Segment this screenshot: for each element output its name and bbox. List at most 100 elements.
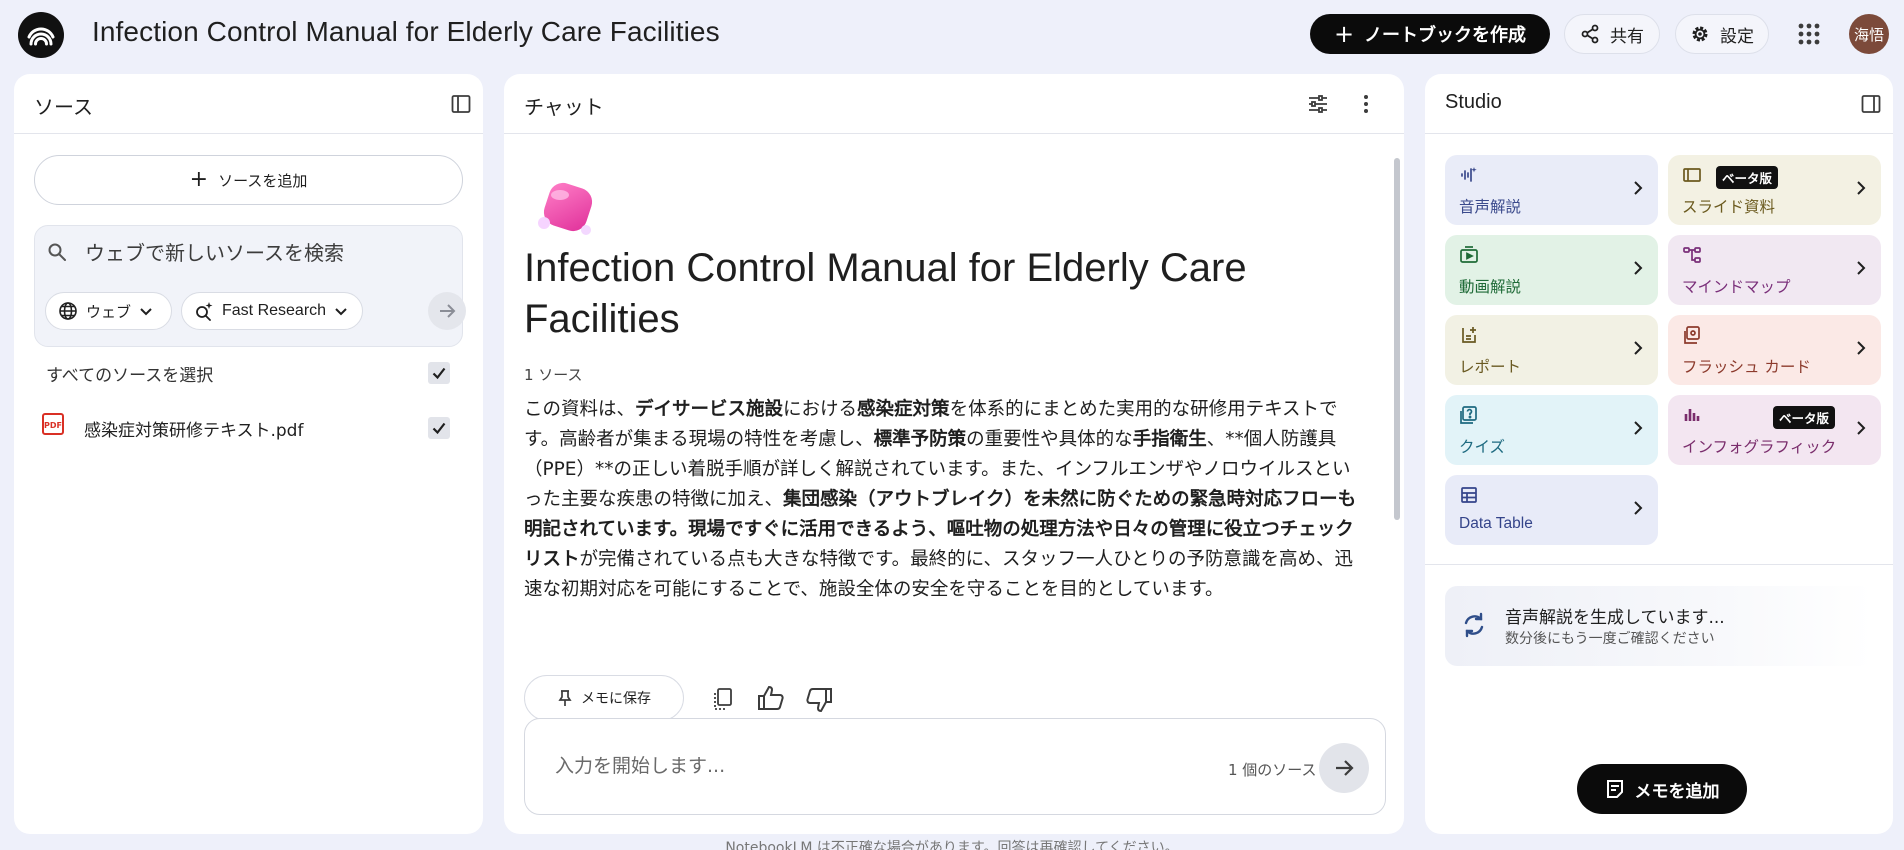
studio-tile-label: 動画解説 [1459, 278, 1522, 296]
report-icon [1459, 325, 1479, 345]
studio-tile-label: レポート [1459, 358, 1522, 376]
avatar[interactable]: 海悟 [1849, 14, 1889, 54]
notebooklm-logo-icon[interactable] [18, 12, 64, 58]
web-search-input[interactable] [85, 238, 445, 268]
thumbs-down-icon[interactable] [804, 686, 834, 714]
chevron-down-icon [334, 304, 348, 318]
studio-tile-label: マインドマップ [1682, 278, 1791, 296]
studio-tile-video[interactable]: 動画解説 [1445, 235, 1658, 305]
arrow-right-icon [438, 302, 456, 320]
generation-status-title: 音声解説を生成しています... [1505, 608, 1725, 628]
arrow-right-icon [1333, 757, 1355, 779]
search-submit-button[interactable] [428, 292, 466, 330]
collapse-panel-icon[interactable] [449, 92, 473, 116]
add-memo-label: メモを追加 [1634, 781, 1720, 802]
source-list-item[interactable]: PDF 感染症対策研修テキスト.pdf [42, 409, 462, 449]
more-vert-icon[interactable] [1354, 92, 1378, 116]
chevron-right-icon [1632, 259, 1644, 277]
add-source-button[interactable]: + ソースを追加 [34, 155, 463, 205]
studio-tile-table[interactable]: Data Table [1445, 475, 1658, 545]
gear-icon [1690, 24, 1710, 44]
send-button[interactable] [1319, 743, 1369, 793]
chat-panel-header: チャット [504, 74, 1404, 134]
studio-tile-label: 音声解説 [1459, 198, 1522, 216]
studio-tile-audio-waveform[interactable]: 音声解説 [1445, 155, 1658, 225]
summary-text: この資料は、 [524, 399, 636, 420]
save-to-memo-button[interactable]: メモに保存 [524, 675, 684, 721]
beta-badge: ベータ版 [1716, 166, 1779, 189]
document-summary: この資料は、デイサービス施設における感染症対策を体系的にまとめた実用的な研修用テ… [524, 395, 1369, 605]
select-all-label: すべてのソースを選択 [46, 366, 214, 386]
apps-grid-icon[interactable] [1797, 22, 1821, 46]
chevron-right-icon [1632, 179, 1644, 197]
collapse-panel-icon[interactable] [1859, 92, 1883, 116]
input-source-count: 1 個のソース [1228, 761, 1317, 779]
summary-bold-text: デイサービス施設 [635, 399, 784, 420]
audio-waveform-icon [1459, 165, 1479, 185]
disclaimer-text: NotebookLM は不正確な場合があります。回答は再確認してください。 [725, 840, 1179, 850]
add-memo-button[interactable]: メモを追加 [1577, 764, 1747, 814]
chevron-right-icon [1632, 419, 1644, 437]
studio-panel-header: Studio [1425, 74, 1893, 134]
research-mode-dropdown[interactable]: Fast Research [181, 292, 363, 330]
notebook-title[interactable]: Infection Control Manual for Elderly Car… [92, 16, 720, 48]
tune-settings-icon[interactable] [1306, 92, 1330, 116]
thumbs-up-icon[interactable] [756, 684, 786, 712]
studio-tile-label: クイズ [1459, 438, 1506, 456]
note-icon [1605, 779, 1625, 799]
studio-panel-title: Studio [1445, 91, 1502, 113]
slides-icon [1682, 165, 1702, 185]
flashcard-icon [1682, 325, 1702, 345]
create-notebook-button[interactable]: + ノートブックを作成 [1310, 14, 1550, 54]
table-icon [1459, 485, 1479, 505]
studio-tile-infographic[interactable]: ベータ版 インフォグラフィック [1668, 395, 1881, 465]
sources-panel-header: ソース [14, 74, 483, 134]
generation-status-card: 音声解説を生成しています... 数分後にもう一度ご確認ください [1445, 586, 1873, 666]
generation-status-subtitle: 数分後にもう一度ご確認ください [1505, 631, 1715, 647]
create-notebook-label: ノートブックを作成 [1364, 25, 1527, 46]
chevron-right-icon [1855, 259, 1867, 277]
select-all-checkbox[interactable] [428, 362, 450, 384]
infographic-icon [1682, 405, 1702, 425]
top-bar: Infection Control Manual for Elderly Car… [0, 0, 1904, 70]
add-source-label: ソースを追加 [218, 171, 308, 190]
settings-button[interactable]: 設定 [1675, 14, 1769, 54]
summary-text: が完備されている点も大きな特徴です。最終的に、スタッフ一人ひとりの予防意識を高め… [524, 549, 1354, 600]
summary-text: における [783, 399, 858, 420]
sources-panel: ソース + ソースを追加 ウェブで新しいソースを検索 ウェブ Fast Rese… [14, 74, 483, 834]
studio-tile-flashcard[interactable]: フラッシュ カード [1668, 315, 1881, 385]
studio-tile-mindmap[interactable]: マインドマップ [1668, 235, 1881, 305]
mindmap-icon [1682, 245, 1702, 265]
chevron-right-icon [1855, 179, 1867, 197]
studio-tile-report[interactable]: レポート [1445, 315, 1658, 385]
summary-bold-text: 標準予防策 [873, 429, 967, 450]
research-chip-label: Fast Research [222, 302, 327, 319]
studio-tile-quiz[interactable]: クイズ [1445, 395, 1658, 465]
chat-panel: チャット Infection Control Manual for Elderl… [504, 74, 1404, 834]
summary-bold-text: 感染症対策 [857, 399, 950, 420]
quiz-icon [1459, 405, 1479, 425]
web-search-box: ウェブ Fast Research [34, 225, 466, 347]
summary-text: の重要性や具体的な [966, 429, 1133, 450]
web-source-dropdown[interactable]: ウェブ [45, 292, 172, 330]
chat-scroll-area[interactable]: Infection Control Manual for Elderly Car… [504, 135, 1404, 747]
chevron-right-icon [1632, 499, 1644, 517]
source-item-name: 感染症対策研修テキスト.pdf [84, 421, 304, 441]
settings-label: 設定 [1720, 26, 1754, 47]
studio-tile-label: Data Table [1459, 515, 1533, 532]
document-title: Infection Control Manual for Elderly Car… [524, 246, 1247, 341]
video-icon [1459, 245, 1479, 265]
studio-tile-label: フラッシュ カード [1682, 358, 1811, 376]
studio-tile-slides[interactable]: ベータ版スライド資料 [1668, 155, 1881, 225]
globe-icon [58, 301, 78, 321]
chat-input[interactable] [555, 751, 1115, 781]
sources-panel-title: ソース [34, 95, 93, 119]
beta-badge: ベータ版 [1772, 406, 1835, 429]
copy-icon[interactable] [710, 686, 736, 712]
source-item-checkbox[interactable] [428, 417, 450, 439]
share-button[interactable]: 共有 [1564, 14, 1660, 54]
chat-input-box: 1 個のソース [524, 718, 1386, 815]
studio-tile-label: スライド資料 [1682, 198, 1776, 216]
source-count: 1 ソース [524, 366, 583, 384]
chat-scrollbar[interactable] [1394, 158, 1400, 520]
